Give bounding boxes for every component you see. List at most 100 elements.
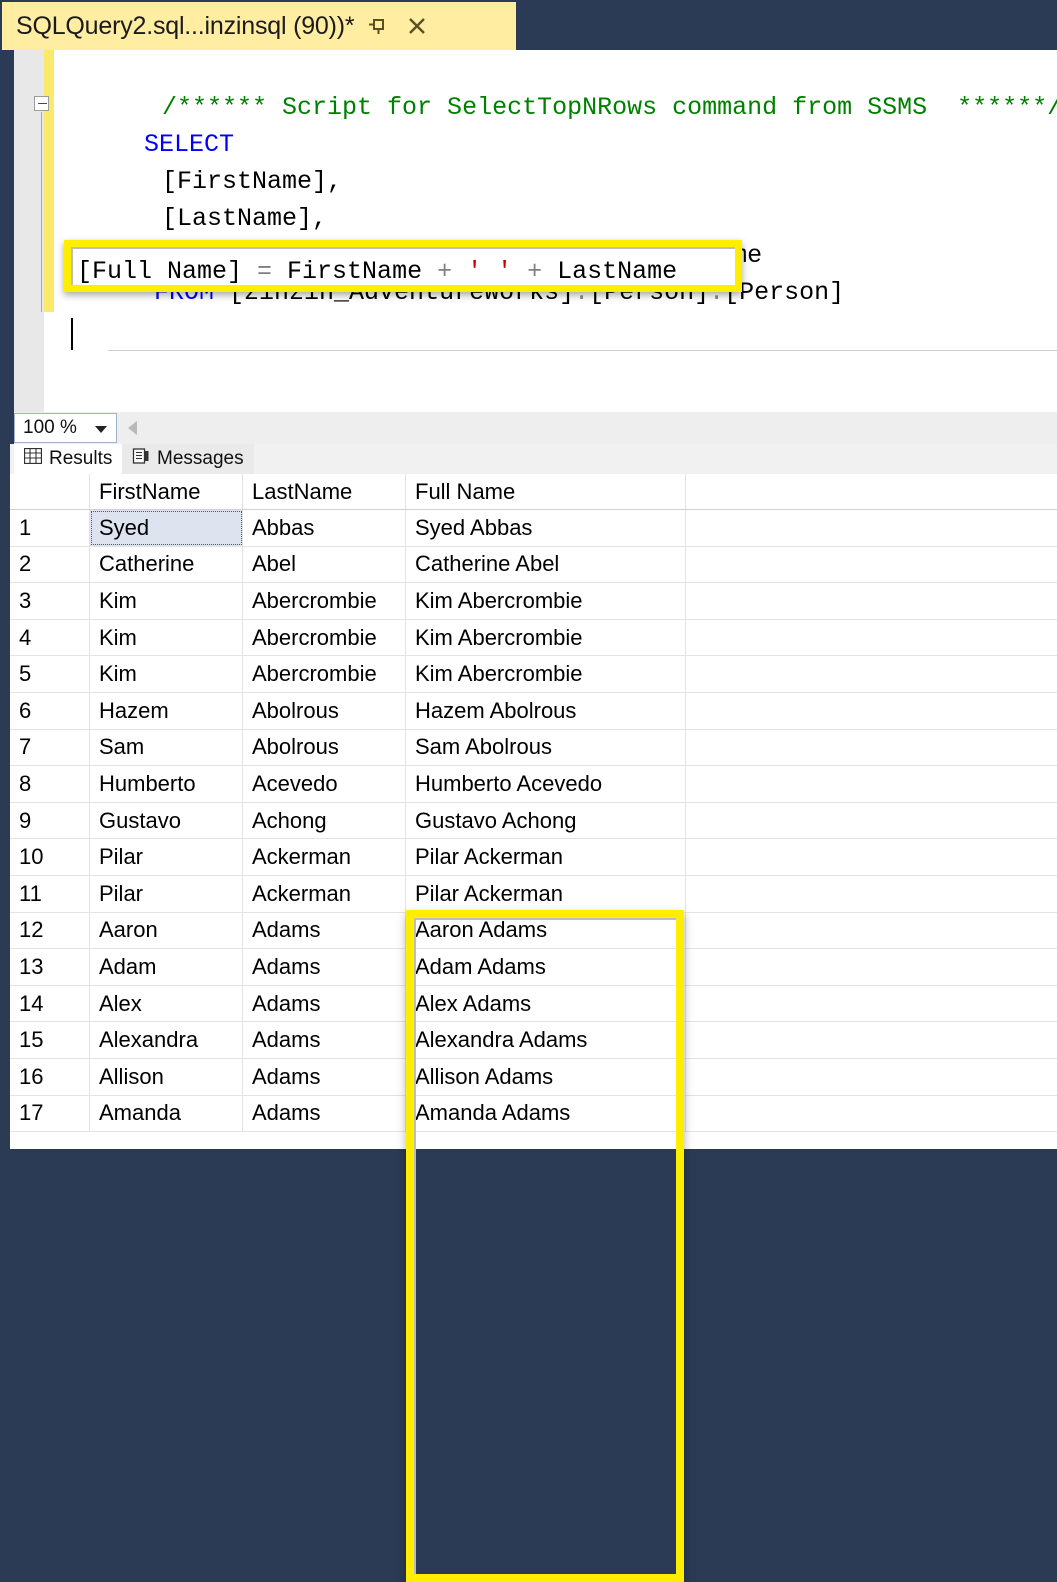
cell-fullname[interactable]: Adam Adams bbox=[406, 949, 686, 985]
cell-rownumber[interactable]: 17 bbox=[10, 1095, 90, 1132]
cell-rownumber[interactable]: 2 bbox=[10, 546, 90, 583]
table-row[interactable]: 15 Alexandra Adams Alexandra Adams bbox=[10, 1022, 1057, 1059]
table-row[interactable]: 2 Catherine Abel Catherine Abel bbox=[10, 546, 1057, 584]
cell-lastname[interactable]: Adams bbox=[243, 985, 406, 1022]
table-row[interactable]: 8 Humberto Acevedo Humberto Acevedo bbox=[10, 766, 1057, 803]
scroll-left-arrow-icon[interactable] bbox=[128, 421, 137, 435]
cell-firstname[interactable]: Amanda bbox=[90, 1095, 243, 1132]
cell-lastname[interactable]: Adams bbox=[243, 912, 406, 949]
cell-firstname[interactable]: Aaron bbox=[90, 912, 243, 949]
cell-rownumber[interactable]: 3 bbox=[10, 583, 90, 619]
table-row[interactable]: 9 Gustavo Achong Gustavo Achong bbox=[10, 802, 1057, 840]
table-row[interactable]: 12 Aaron Adams Aaron Adams bbox=[10, 912, 1057, 950]
cell-firstname[interactable]: Gustavo bbox=[90, 802, 243, 839]
cell-rownumber[interactable]: 14 bbox=[10, 985, 90, 1022]
cell-lastname[interactable]: Abercrombie bbox=[243, 656, 406, 692]
cell-fullname[interactable]: Sam Abolrous bbox=[406, 729, 686, 766]
cell-fullname[interactable]: Kim Abercrombie bbox=[406, 656, 686, 692]
results-grid[interactable]: FirstName LastName Full Name 1 Syed Abbas S… bbox=[10, 474, 1057, 1149]
cell-lastname[interactable]: Adams bbox=[243, 1095, 406, 1132]
cell-rownumber[interactable]: 7 bbox=[10, 729, 90, 766]
cell-lastname[interactable]: Adams bbox=[243, 1058, 406, 1095]
cell-fullname[interactable]: Allison Adams bbox=[406, 1058, 686, 1095]
cell-firstname[interactable]: Syed bbox=[90, 510, 243, 546]
collapse-region-icon[interactable] bbox=[34, 96, 49, 111]
table-row[interactable]: 5 Kim Abercrombie Kim Abercrombie bbox=[10, 656, 1057, 693]
document-tab[interactable]: SQLQuery2.sql...inzinsql (90))* bbox=[2, 2, 516, 50]
table-row[interactable]: 4 Kim Abercrombie Kim Abercrombie bbox=[10, 619, 1057, 657]
pin-icon[interactable] bbox=[360, 9, 394, 43]
cell-firstname[interactable]: Catherine bbox=[90, 546, 243, 583]
cell-fullname[interactable]: Pilar Ackerman bbox=[406, 839, 686, 875]
cell-firstname[interactable]: Hazem bbox=[90, 692, 243, 729]
chevron-down-icon[interactable] bbox=[95, 426, 107, 433]
cell-rownumber[interactable]: 11 bbox=[10, 875, 90, 912]
cell-lastname[interactable]: Abercrombie bbox=[243, 583, 406, 619]
cell-fullname[interactable]: Aaron Adams bbox=[406, 912, 686, 949]
cell-lastname[interactable]: Abel bbox=[243, 546, 406, 583]
table-row[interactable]: 13 Adam Adams Adam Adams bbox=[10, 949, 1057, 986]
cell-fullname[interactable]: Kim Abercrombie bbox=[406, 583, 686, 619]
cell-fullname[interactable]: Hazem Abolrous bbox=[406, 692, 686, 729]
cell-firstname[interactable]: Adam bbox=[90, 949, 243, 985]
cell-firstname[interactable]: Humberto bbox=[90, 766, 243, 802]
header-lastname[interactable]: LastName bbox=[243, 474, 406, 509]
header-fullname[interactable]: Full Name bbox=[406, 474, 686, 509]
cell-lastname[interactable]: Achong bbox=[243, 802, 406, 839]
table-row[interactable]: 1 Syed Abbas Syed Abbas bbox=[10, 510, 1057, 547]
cell-rownumber[interactable]: 12 bbox=[10, 912, 90, 949]
cell-firstname[interactable]: Pilar bbox=[90, 875, 243, 912]
cell-firstname[interactable]: Kim bbox=[90, 619, 243, 656]
sql-editor[interactable]: /****** Script for SelectTopNRows comman… bbox=[0, 50, 1057, 412]
cell-rownumber[interactable]: 1 bbox=[10, 510, 90, 546]
cell-firstname[interactable]: Sam bbox=[90, 729, 243, 766]
table-row[interactable]: 7 Sam Abolrous Sam Abolrous bbox=[10, 729, 1057, 767]
tab-messages[interactable]: Messages bbox=[122, 444, 254, 474]
cell-fullname[interactable]: Catherine Abel bbox=[406, 546, 686, 583]
cell-fullname[interactable]: Gustavo Achong bbox=[406, 802, 686, 839]
cell-fullname[interactable]: Amanda Adams bbox=[406, 1095, 686, 1132]
cell-firstname[interactable]: Kim bbox=[90, 583, 243, 619]
cell-lastname[interactable]: Adams bbox=[243, 949, 406, 985]
zoom-level-dropdown[interactable]: 100 % bbox=[14, 413, 117, 443]
cell-rownumber[interactable]: 6 bbox=[10, 692, 90, 729]
cell-lastname[interactable]: Abolrous bbox=[243, 729, 406, 766]
cell-rownumber[interactable]: 8 bbox=[10, 766, 90, 802]
cell-lastname[interactable]: Abolrous bbox=[243, 692, 406, 729]
cell-lastname[interactable]: Abbas bbox=[243, 510, 406, 546]
cell-firstname[interactable]: Kim bbox=[90, 656, 243, 692]
table-row[interactable]: 17 Amanda Adams Amanda Adams bbox=[10, 1095, 1057, 1133]
table-row[interactable]: 3 Kim Abercrombie Kim Abercrombie bbox=[10, 583, 1057, 620]
cell-fullname[interactable]: Alexandra Adams bbox=[406, 1022, 686, 1058]
cell-rownumber[interactable]: 4 bbox=[10, 619, 90, 656]
cell-rownumber[interactable]: 13 bbox=[10, 949, 90, 985]
table-row[interactable]: 11 Pilar Ackerman Pilar Ackerman bbox=[10, 875, 1057, 913]
cell-lastname[interactable]: Acevedo bbox=[243, 766, 406, 802]
tab-results[interactable]: Results bbox=[14, 444, 123, 474]
table-row[interactable]: 6 Hazem Abolrous Hazem Abolrous bbox=[10, 692, 1057, 730]
table-row[interactable]: 14 Alex Adams Alex Adams bbox=[10, 985, 1057, 1023]
close-icon[interactable] bbox=[400, 9, 434, 43]
cell-firstname[interactable]: Alexandra bbox=[90, 1022, 243, 1058]
table-row[interactable]: 16 Allison Adams Allison Adams bbox=[10, 1058, 1057, 1096]
code-surface[interactable]: /****** Script for SelectTopNRows comman… bbox=[34, 50, 1057, 412]
cell-lastname[interactable]: Ackerman bbox=[243, 839, 406, 875]
cell-fullname[interactable]: Humberto Acevedo bbox=[406, 766, 686, 802]
cell-lastname[interactable]: Ackerman bbox=[243, 875, 406, 912]
cell-rownumber[interactable]: 15 bbox=[10, 1022, 90, 1058]
cell-rownumber[interactable]: 10 bbox=[10, 839, 90, 875]
cell-firstname[interactable]: Alex bbox=[90, 985, 243, 1022]
cell-fullname[interactable]: Syed Abbas bbox=[406, 510, 686, 546]
cell-rownumber[interactable]: 16 bbox=[10, 1058, 90, 1095]
cell-rownumber[interactable]: 9 bbox=[10, 802, 90, 839]
cell-lastname[interactable]: Adams bbox=[243, 1022, 406, 1058]
cell-lastname[interactable]: Abercrombie bbox=[243, 619, 406, 656]
header-firstname[interactable]: FirstName bbox=[90, 474, 243, 509]
cell-firstname[interactable]: Allison bbox=[90, 1058, 243, 1095]
cell-fullname[interactable]: Kim Abercrombie bbox=[406, 619, 686, 656]
cell-fullname[interactable]: Alex Adams bbox=[406, 985, 686, 1022]
cell-rownumber[interactable]: 5 bbox=[10, 656, 90, 692]
cell-fullname[interactable]: Pilar Ackerman bbox=[406, 875, 686, 912]
table-row[interactable]: 10 Pilar Ackerman Pilar Ackerman bbox=[10, 839, 1057, 876]
cell-firstname[interactable]: Pilar bbox=[90, 839, 243, 875]
